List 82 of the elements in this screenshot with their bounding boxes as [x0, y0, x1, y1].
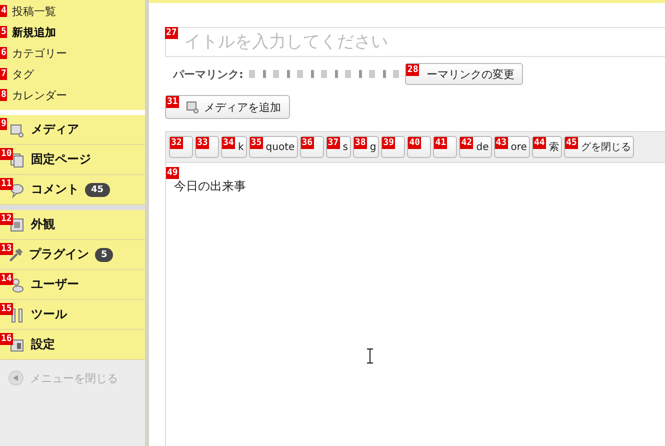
menu-item[interactable]: 12 外観 — [0, 210, 145, 240]
quicktag-button[interactable]: 45 グを閉じる — [564, 136, 634, 158]
menu-item[interactable]: 11 コメント 45 — [0, 175, 145, 205]
marker-label: 10 — [0, 148, 13, 160]
editor-text: 今日の出来事 — [174, 179, 246, 193]
permalink-label: パーマリンク: — [173, 66, 244, 82]
marker-label: 8 — [0, 89, 8, 101]
marker-label: 16 — [0, 333, 13, 345]
menu-item[interactable]: 14 ユーザー — [0, 270, 145, 300]
quicktag-button[interactable]: 41 — [433, 136, 458, 158]
submenu-label: カレンダー — [12, 88, 67, 103]
marker-label: 14 — [0, 273, 13, 285]
menu-item[interactable]: 10 固定ページ — [0, 145, 145, 175]
quicktag-button[interactable]: 32 — [169, 136, 193, 158]
marker-label: 38 — [354, 137, 367, 149]
menu-label: 外観 — [31, 216, 55, 233]
marker-label: 6 — [0, 47, 8, 59]
change-permalink-button[interactable]: 28 ーマリンクの変更 — [405, 63, 524, 85]
menu-label: メディア — [31, 121, 79, 138]
marker-label: 32 — [170, 137, 183, 149]
menu-label: 固定ページ — [31, 151, 91, 168]
marker-label: 41 — [434, 137, 448, 149]
marker-label: 40 — [408, 137, 422, 149]
submenu-item[interactable]: 8 カレンダー — [0, 85, 145, 106]
add-media-button[interactable]: 31 メディアを追加 — [165, 95, 290, 119]
quicktag-button[interactable]: 40 — [407, 136, 432, 158]
menu-label: 設定 — [31, 336, 55, 353]
quicktag-button[interactable]: 42 de — [459, 136, 492, 158]
marker-label: 36 — [300, 137, 314, 149]
submenu-label: タグ — [12, 67, 34, 82]
menu-item[interactable]: 13 プラグイン 5 — [0, 240, 145, 270]
menu-label: ツール — [31, 306, 67, 323]
marker-label: 11 — [0, 178, 13, 190]
marker-label: 43 — [494, 137, 508, 149]
menu-label: プラグイン — [29, 246, 89, 263]
submenu-label: カテゴリー — [12, 46, 67, 61]
quicktag-button[interactable]: 37 s — [326, 136, 351, 158]
menu-item[interactable]: 15 ツール — [0, 300, 145, 330]
quicktag-button[interactable]: 39 — [381, 136, 406, 158]
count-badge: 5 — [95, 248, 114, 262]
editor-area[interactable]: 49 今日の出来事 — [165, 163, 665, 446]
text-cursor-icon — [366, 348, 374, 364]
menu-item[interactable]: 16 設定 — [0, 330, 145, 360]
marker-label: 42 — [460, 137, 474, 149]
marker-label: 33 — [196, 137, 209, 149]
submenu-item[interactable]: 4 投稿一覧 — [0, 1, 145, 22]
quicktag-button[interactable]: 35 quote — [248, 136, 298, 158]
quicktag-button[interactable]: 34 k — [221, 136, 247, 158]
marker-label: 12 — [0, 213, 13, 225]
submenu-item[interactable]: 6 カテゴリー — [0, 43, 145, 64]
submenu-label: 新規追加 — [12, 25, 56, 40]
quicktag-button[interactable]: 36 — [300, 136, 324, 158]
marker-label: 35 — [250, 137, 263, 149]
media-icon — [186, 100, 200, 114]
marker-label: 4 — [0, 5, 8, 17]
media-icon — [9, 122, 25, 138]
quicktag-button[interactable]: 33 — [195, 136, 219, 158]
appearance-icon — [9, 216, 25, 232]
marker-label: 13 — [0, 243, 13, 255]
marker-label: 44 — [532, 137, 546, 149]
menu-label: ユーザー — [31, 276, 79, 293]
menu-label: コメント — [31, 181, 79, 198]
marker-label: 39 — [382, 137, 396, 149]
marker-label: 27 — [165, 27, 178, 39]
marker-label: 45 — [564, 137, 578, 149]
marker-label: 34 — [222, 137, 235, 149]
quicktag-button[interactable]: 38 g — [352, 136, 380, 158]
marker-label: 37 — [326, 137, 340, 149]
submenu-label: 投稿一覧 — [12, 4, 56, 19]
marker-label: 5 — [0, 26, 8, 38]
marker-label: 49 — [166, 167, 179, 179]
marker-label: 9 — [0, 118, 8, 130]
submenu-item[interactable]: 7 タグ — [0, 64, 145, 85]
quicktag-button[interactable]: 43 ore — [494, 136, 530, 158]
quicktag-button[interactable]: 44 索 — [532, 136, 562, 158]
count-badge: 45 — [85, 182, 110, 196]
marker-label: 15 — [0, 303, 13, 315]
marker-label: 28 — [406, 64, 420, 76]
marker-label: 31 — [166, 96, 179, 108]
menu-item[interactable]: 9 メディア — [0, 115, 145, 145]
submenu-item[interactable]: 5 新規追加 — [0, 22, 145, 43]
marker-label: 7 — [0, 68, 8, 80]
